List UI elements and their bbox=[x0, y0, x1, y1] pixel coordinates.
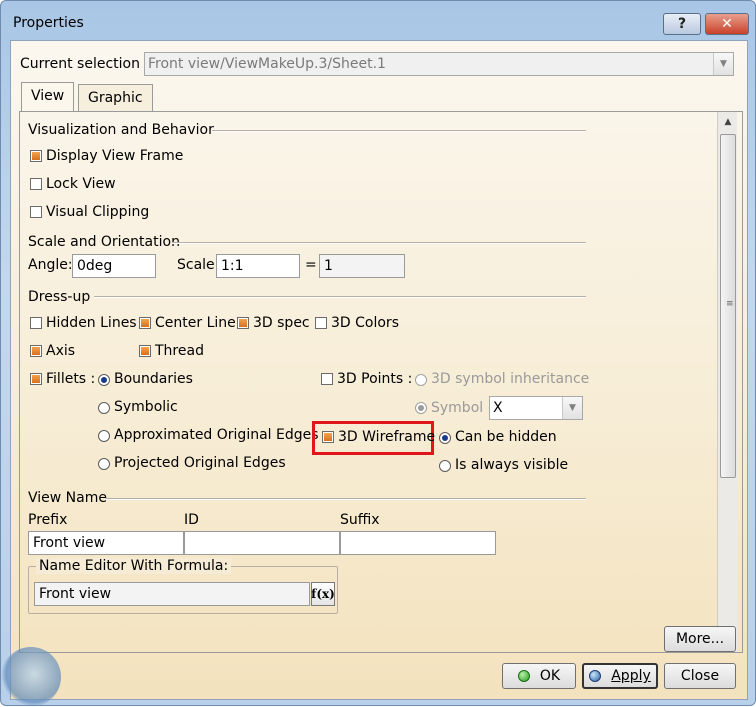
prefix-label: Prefix bbox=[28, 512, 68, 528]
fillets-approximated-radio[interactable] bbox=[98, 430, 110, 442]
ok-button[interactable]: OK bbox=[502, 663, 576, 689]
title-bar[interactable]: Properties ? ✕ bbox=[1, 1, 755, 39]
lock-view-checkbox[interactable] bbox=[30, 178, 42, 190]
symbol-value: X bbox=[493, 400, 503, 416]
scale-result-field: 1 bbox=[319, 254, 405, 278]
ok-button-label: OK bbox=[539, 668, 561, 684]
scale-input[interactable]: 1:1 bbox=[216, 254, 300, 278]
help-icon: ? bbox=[677, 16, 687, 32]
id-label: ID bbox=[184, 512, 199, 528]
thread-label: Thread bbox=[155, 343, 204, 359]
fillets-symbolic-radio[interactable] bbox=[98, 402, 110, 414]
symbol-combo[interactable]: X ▼ bbox=[489, 396, 583, 420]
section-title-dressup: Dress-up bbox=[28, 289, 91, 305]
section-divider bbox=[172, 242, 586, 244]
fillets-symbolic-label: Symbolic bbox=[114, 399, 178, 415]
axis-checkbox[interactable] bbox=[30, 345, 42, 357]
3d-wireframe-checkbox[interactable] bbox=[322, 431, 334, 443]
3d-colors-label: 3D Colors bbox=[331, 315, 399, 331]
fillets-projected-radio[interactable] bbox=[98, 458, 110, 470]
apply-led-icon bbox=[589, 670, 602, 682]
equals-sign: = bbox=[305, 257, 317, 273]
hidden-lines-label: Hidden Lines bbox=[46, 315, 137, 331]
3d-spec-checkbox[interactable] bbox=[237, 317, 249, 329]
3d-colors-checkbox[interactable] bbox=[315, 317, 327, 329]
display-view-frame-checkbox[interactable] bbox=[30, 150, 42, 162]
window-title: Properties bbox=[13, 15, 84, 31]
tab-view[interactable]: View bbox=[21, 82, 75, 112]
symbol-radio[interactable] bbox=[415, 402, 427, 414]
fillets-checkbox[interactable] bbox=[30, 373, 42, 385]
3d-spec-label: 3D spec bbox=[253, 315, 310, 331]
tab-graphic-label: Graphic bbox=[88, 90, 143, 106]
fillets-boundaries-label: Boundaries bbox=[114, 371, 193, 387]
fillets-label: Fillets : bbox=[46, 371, 96, 387]
panel-scrollbar[interactable]: ▲ ≡ ▼ bbox=[717, 112, 737, 652]
more-button-label: More... bbox=[675, 631, 725, 647]
more-button[interactable]: More... bbox=[664, 626, 736, 652]
tab-graphic[interactable]: Graphic bbox=[78, 84, 153, 112]
view-tab-panel: Visualization and Behavior Display View … bbox=[19, 111, 743, 653]
3d-symbol-inheritance-radio[interactable] bbox=[415, 374, 427, 386]
section-divider bbox=[94, 296, 586, 298]
name-editor-input[interactable]: Front view bbox=[34, 582, 310, 606]
close-button-label: Close bbox=[680, 668, 720, 684]
3d-symbol-inheritance-label: 3D symbol inheritance bbox=[431, 371, 590, 387]
app-logo-orb bbox=[1, 647, 61, 707]
angle-input[interactable]: 0deg bbox=[72, 254, 156, 278]
center-line-checkbox[interactable] bbox=[139, 317, 151, 329]
section-title-scale: Scale and Orientation bbox=[28, 234, 180, 250]
name-editor-label: Name Editor With Formula: bbox=[36, 558, 232, 574]
axis-label: Axis bbox=[46, 343, 76, 359]
angle-label: Angle: bbox=[28, 257, 73, 273]
center-line-label: Center Line bbox=[155, 315, 236, 331]
can-be-hidden-radio[interactable] bbox=[439, 432, 451, 444]
properties-dialog: Properties ? ✕ Current selection : Front… bbox=[0, 0, 756, 707]
section-divider bbox=[106, 498, 586, 500]
can-be-hidden-label: Can be hidden bbox=[455, 429, 557, 445]
current-selection-combo[interactable]: Front view/ViewMakeUp.3/Sheet.1 ▼ bbox=[144, 52, 734, 76]
always-visible-radio[interactable] bbox=[439, 460, 451, 472]
3d-wireframe-label: 3D Wireframe bbox=[338, 429, 436, 445]
hidden-lines-checkbox[interactable] bbox=[30, 317, 42, 329]
symbol-label: Symbol bbox=[431, 400, 484, 416]
visual-clipping-label: Visual Clipping bbox=[46, 204, 150, 220]
suffix-input[interactable] bbox=[340, 531, 496, 555]
apply-button[interactable]: Apply bbox=[582, 663, 658, 689]
section-divider bbox=[212, 130, 586, 132]
close-button[interactable]: Close bbox=[664, 663, 736, 689]
dialog-body: Current selection : Front view/ViewMakeU… bbox=[1, 40, 748, 707]
close-icon: ✕ bbox=[721, 16, 733, 32]
formula-icon: f(x) bbox=[311, 587, 335, 601]
current-selection-label: Current selection : bbox=[20, 56, 150, 72]
formula-button[interactable]: f(x) bbox=[311, 582, 335, 606]
ok-led-icon bbox=[517, 670, 530, 682]
lock-view-label: Lock View bbox=[46, 176, 116, 192]
tab-view-label: View bbox=[31, 88, 65, 104]
always-visible-label: Is always visible bbox=[455, 457, 569, 473]
chevron-down-icon[interactable]: ▼ bbox=[713, 53, 733, 75]
3d-points-checkbox[interactable] bbox=[321, 373, 333, 385]
id-input[interactable] bbox=[184, 531, 340, 555]
section-title-visualization: Visualization and Behavior bbox=[28, 122, 214, 138]
scroll-thumb[interactable]: ≡ bbox=[720, 134, 736, 478]
section-title-view-name: View Name bbox=[28, 490, 107, 506]
fillets-approximated-label: Approximated Original Edges bbox=[114, 427, 319, 443]
thread-checkbox[interactable] bbox=[139, 345, 151, 357]
chevron-down-icon[interactable]: ▼ bbox=[562, 397, 582, 419]
help-button[interactable]: ? bbox=[663, 13, 701, 35]
visual-clipping-checkbox[interactable] bbox=[30, 206, 42, 218]
fillets-boundaries-radio[interactable] bbox=[98, 374, 110, 386]
scale-label: Scale: bbox=[177, 257, 220, 273]
scroll-up-icon[interactable]: ▲ bbox=[718, 112, 738, 132]
fillets-projected-label: Projected Original Edges bbox=[114, 455, 286, 471]
prefix-input[interactable]: Front view bbox=[28, 531, 184, 555]
3d-points-label: 3D Points : bbox=[337, 371, 413, 387]
apply-button-label: Apply bbox=[611, 668, 651, 684]
suffix-label: Suffix bbox=[340, 512, 380, 528]
current-selection-value: Front view/ViewMakeUp.3/Sheet.1 bbox=[148, 56, 386, 72]
display-view-frame-label: Display View Frame bbox=[46, 148, 184, 164]
window-close-button[interactable]: ✕ bbox=[705, 13, 749, 35]
